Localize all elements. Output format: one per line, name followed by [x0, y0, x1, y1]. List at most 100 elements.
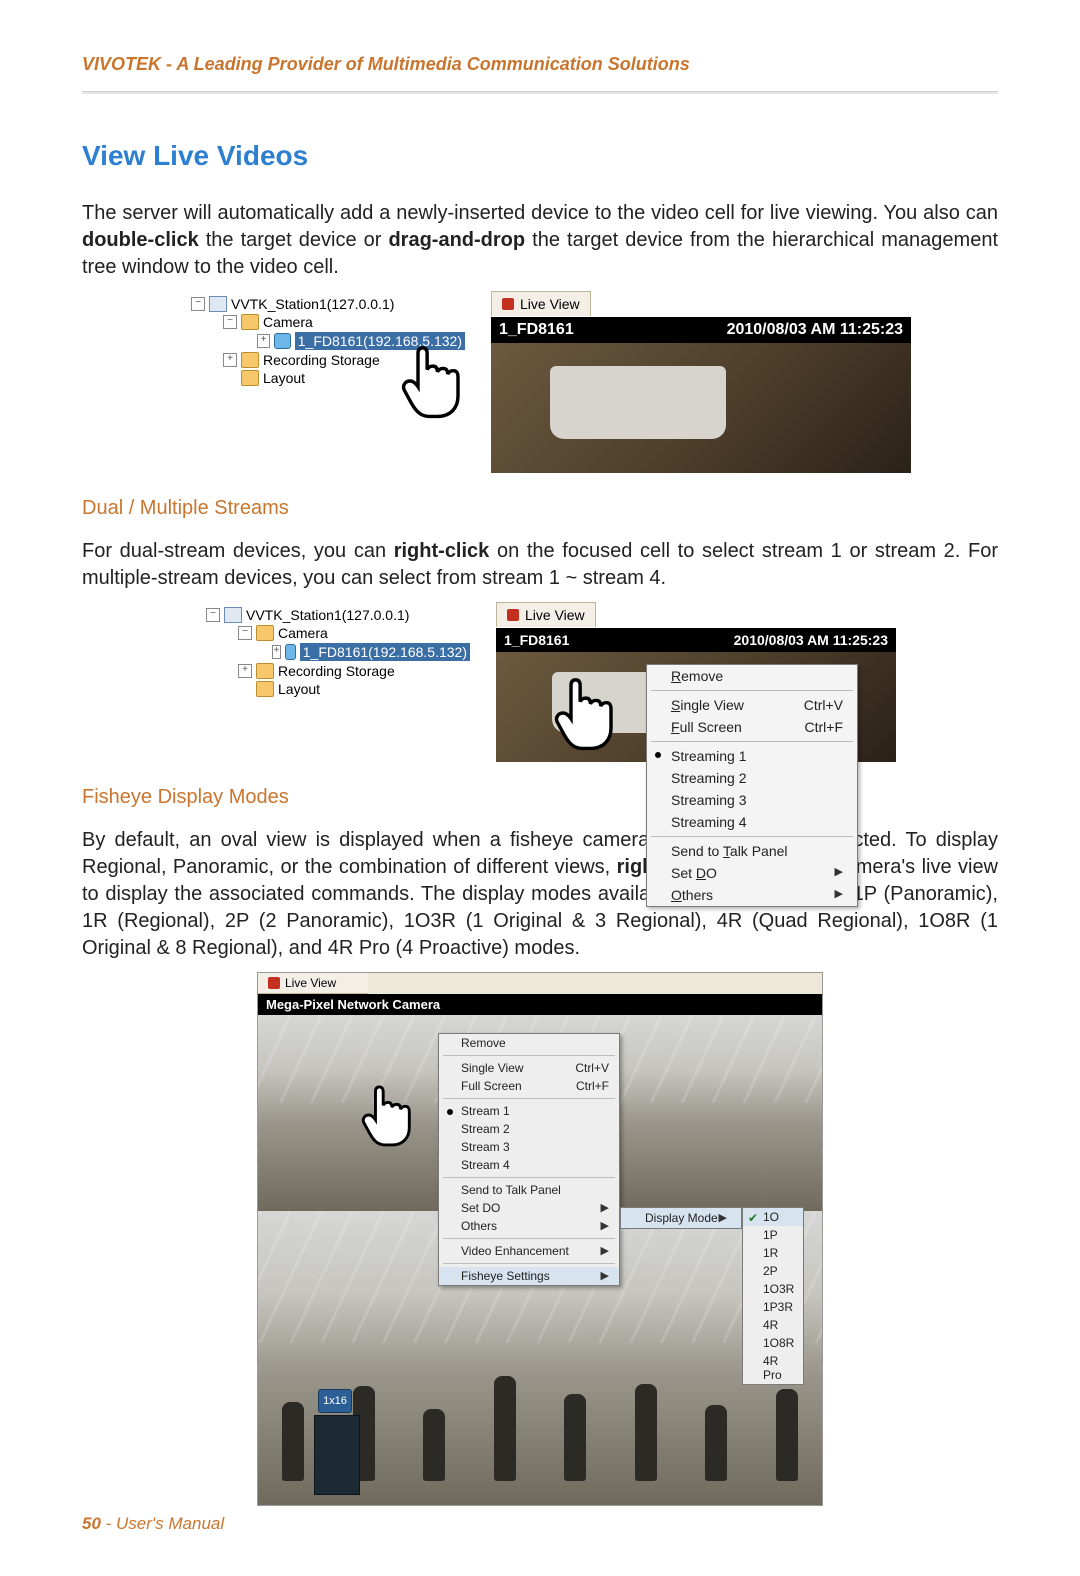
layout-button[interactable]: 1x16: [318, 1389, 352, 1413]
mode-1o[interactable]: ✔1O: [743, 1208, 803, 1226]
menu-full-screen[interactable]: Full ScreenCtrl+F: [439, 1077, 619, 1095]
hand-cursor-icon: [360, 1075, 418, 1155]
mode-1p[interactable]: 1P: [743, 1226, 803, 1244]
folder-icon: [256, 681, 274, 697]
folder-icon: [256, 663, 274, 679]
menu-stream-4[interactable]: Streaming 4: [647, 811, 857, 833]
submenu-arrow-icon: ▶: [601, 1269, 609, 1283]
subheading-streams: Dual / Multiple Streams: [82, 497, 998, 520]
record-icon: [268, 977, 280, 989]
shortcut: Ctrl+V: [575, 1061, 609, 1075]
mode-1p3r[interactable]: 1P3R: [743, 1298, 803, 1316]
layout-palette[interactable]: [314, 1415, 360, 1495]
menu-single-view[interactable]: Single ViewCtrl+V: [439, 1059, 619, 1077]
camera-icon: [274, 333, 291, 349]
submenu-modes[interactable]: ✔1O 1P 1R 2P 1O3R 1P3R 4R 1O8R 4R Pro: [742, 1207, 804, 1385]
menu-stream-1[interactable]: Stream 1: [439, 1102, 619, 1120]
menu-stream-3[interactable]: Streaming 3: [647, 789, 857, 811]
figure-tree-and-liveview: −VVTK_Station1(127.0.0.1) −Camera +1_FD8…: [82, 291, 998, 473]
collapse-icon[interactable]: −: [206, 608, 220, 622]
collapse-icon[interactable]: −: [238, 626, 252, 640]
menu-video-enhancement[interactable]: Video Enhancement▶: [439, 1242, 619, 1260]
figure-fisheye: Live View Mega-Pixel Network Camera Remo…: [257, 972, 823, 1506]
intro-paragraph: The server will automatically add a newl…: [82, 200, 998, 281]
hand-cursor-icon: [399, 341, 469, 421]
separator: [443, 1098, 615, 1099]
separator: [443, 1055, 615, 1056]
separator: [651, 741, 853, 742]
menu-set-do[interactable]: Set DO▶: [647, 862, 857, 884]
streams-paragraph: For dual-stream devices, you can right-c…: [82, 538, 998, 592]
menu-fisheye-settings[interactable]: Fisheye Settings▶: [439, 1267, 619, 1285]
expand-icon[interactable]: +: [272, 645, 281, 659]
context-menu[interactable]: RRemoveemove Single ViewCtrl+V Full Scre…: [646, 664, 858, 907]
tree-camera-folder: Camera: [278, 625, 328, 641]
expand-icon[interactable]: +: [257, 334, 270, 348]
mode-1o3r[interactable]: 1O3R: [743, 1280, 803, 1298]
menu-others[interactable]: Others▶: [439, 1217, 619, 1235]
cell-name: 1_FD8161: [504, 632, 569, 648]
separator: [651, 690, 853, 691]
menu-set-do[interactable]: Set DO▶: [439, 1199, 619, 1217]
tree-station: VVTK_Station1(127.0.0.1): [246, 607, 409, 623]
hand-cursor-icon: [552, 673, 622, 753]
menu-remove[interactable]: Remove: [439, 1034, 619, 1052]
mode-1r[interactable]: 1R: [743, 1244, 803, 1262]
figure-context-menu: − VVTK_Station1(127.0.0.1) − Camera +1_FD8…: [82, 602, 998, 762]
collapse-icon[interactable]: −: [223, 315, 237, 329]
menu-stream-4[interactable]: Stream 4: [439, 1156, 619, 1174]
live-view-tab[interactable]: Live View: [258, 973, 368, 994]
live-view-tab[interactable]: Live View: [496, 602, 596, 627]
shortcut: Ctrl+V: [804, 697, 843, 713]
mode-2p[interactable]: 2P: [743, 1262, 803, 1280]
tree-layout: Layout: [278, 681, 320, 697]
menu-stream-3[interactable]: Stream 3: [439, 1138, 619, 1156]
text: For dual-stream devices, you can: [82, 540, 394, 562]
device-tree[interactable]: − VVTK_Station1(127.0.0.1) − Camera +1_FD8…: [184, 602, 476, 702]
mode-4r[interactable]: 4R: [743, 1316, 803, 1334]
live-view-panel[interactable]: Live View 1_FD8161 2010/08/03 AM 11:25:2…: [491, 317, 911, 473]
mode-1o8r[interactable]: 1O8R: [743, 1334, 803, 1352]
menu-display-mode[interactable]: Display Mode▶: [621, 1208, 741, 1228]
folder-icon: [256, 625, 274, 641]
live-view-header: 1_FD8161 2010/08/03 AM 11:25:23: [496, 628, 896, 652]
cell-timestamp: 2010/08/03 AM 11:25:23: [734, 632, 888, 648]
menu-stream-1[interactable]: Streaming 1: [647, 745, 857, 767]
text: the target device or: [199, 229, 389, 251]
menu-stream-2[interactable]: Stream 2: [439, 1120, 619, 1138]
tree-camera-item[interactable]: 1_FD8161(192.168.5.132): [300, 643, 470, 661]
live-view-header: 1_FD8161 2010/08/03 AM 11:25:23: [491, 317, 911, 343]
live-view-tab[interactable]: Live View: [491, 291, 591, 316]
selected-bullet-icon: [655, 752, 661, 758]
cell-name: 1_FD8161: [499, 321, 574, 339]
expand-icon[interactable]: +: [238, 664, 252, 678]
submenu-arrow-icon: ▶: [719, 1211, 727, 1225]
mode-4rpro[interactable]: 4R Pro: [743, 1352, 803, 1384]
menu-talk-panel[interactable]: Send to Talk Panel: [647, 840, 857, 862]
menu-remove[interactable]: RRemoveemove: [647, 665, 857, 687]
folder-icon: [241, 352, 259, 368]
menu-others[interactable]: Others▶: [647, 884, 857, 906]
video-cell[interactable]: [491, 343, 911, 473]
tree-recording: Recording Storage: [263, 352, 380, 368]
tab-label: Live View: [285, 976, 336, 990]
submenu-display-mode[interactable]: Display Mode▶: [620, 1207, 742, 1229]
text: -: [101, 1514, 116, 1533]
menu-single-view[interactable]: Single ViewCtrl+V: [647, 694, 857, 716]
record-icon: [502, 298, 514, 310]
menu-talk-panel[interactable]: Send to Talk Panel: [439, 1181, 619, 1199]
collapse-icon[interactable]: −: [191, 297, 205, 311]
record-icon: [507, 609, 519, 621]
submenu-arrow-icon: ▶: [601, 1219, 609, 1233]
video-cell[interactable]: Remove Single ViewCtrl+V Full ScreenCtrl…: [258, 1015, 822, 1505]
expand-icon[interactable]: +: [223, 353, 237, 367]
check-icon: ✔: [748, 1211, 758, 1225]
context-menu[interactable]: Remove Single ViewCtrl+V Full ScreenCtrl…: [438, 1033, 620, 1286]
tree-layout: Layout: [263, 370, 305, 386]
page-number: 50: [82, 1514, 101, 1533]
station-icon: [209, 296, 227, 312]
menu-stream-2[interactable]: Streaming 2: [647, 767, 857, 789]
menu-full-screen[interactable]: Full ScreenCtrl+F: [647, 716, 857, 738]
separator: [443, 1263, 615, 1264]
folder-icon: [241, 314, 259, 330]
